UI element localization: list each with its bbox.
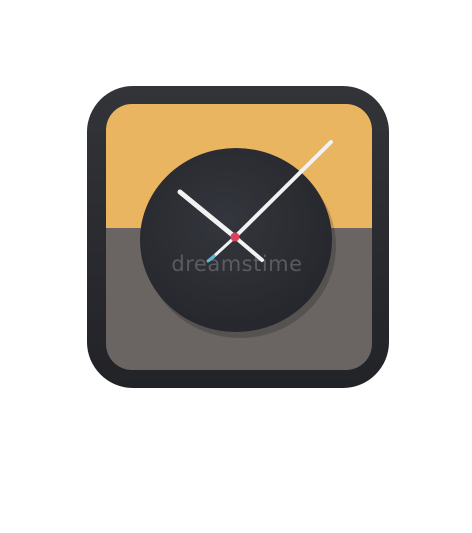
clock-app-icon: dreamstime [0, 0, 472, 529]
center-pin [230, 232, 240, 242]
clock-icon [87, 86, 389, 388]
